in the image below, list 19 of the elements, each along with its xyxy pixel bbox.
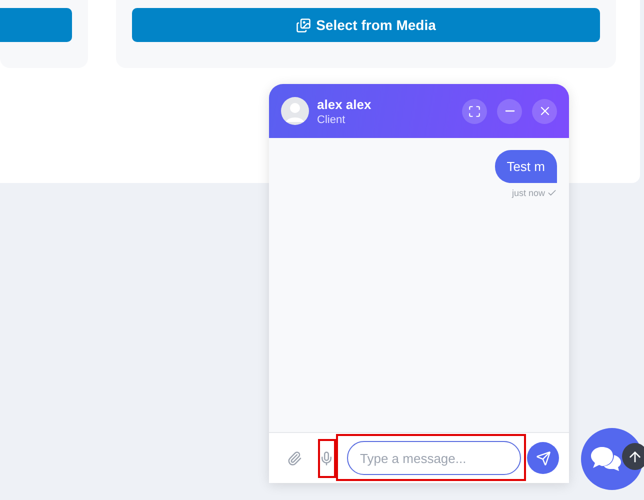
send-icon	[536, 450, 550, 466]
message-time: just now	[512, 188, 545, 198]
attach-button[interactable]	[287, 450, 302, 466]
contact-role: Client	[317, 114, 346, 126]
paperclip-icon	[287, 450, 302, 466]
select-media-button[interactable]: Select from Media	[132, 8, 600, 42]
send-button[interactable]	[527, 442, 559, 474]
chat-bubbles-icon	[590, 446, 622, 472]
message-bubble: Test m	[494, 150, 557, 183]
expand-icon	[468, 104, 481, 118]
avatar-icon	[281, 97, 309, 125]
close-button[interactable]	[532, 98, 557, 124]
arrow-up-icon	[627, 448, 643, 464]
microphone-button[interactable]	[319, 450, 334, 466]
message-input[interactable]: Type a message...	[347, 441, 521, 475]
images-icon	[296, 18, 312, 32]
microphone-icon	[319, 450, 334, 466]
contact-name: alex alex	[317, 96, 372, 112]
expand-button[interactable]	[462, 98, 487, 124]
